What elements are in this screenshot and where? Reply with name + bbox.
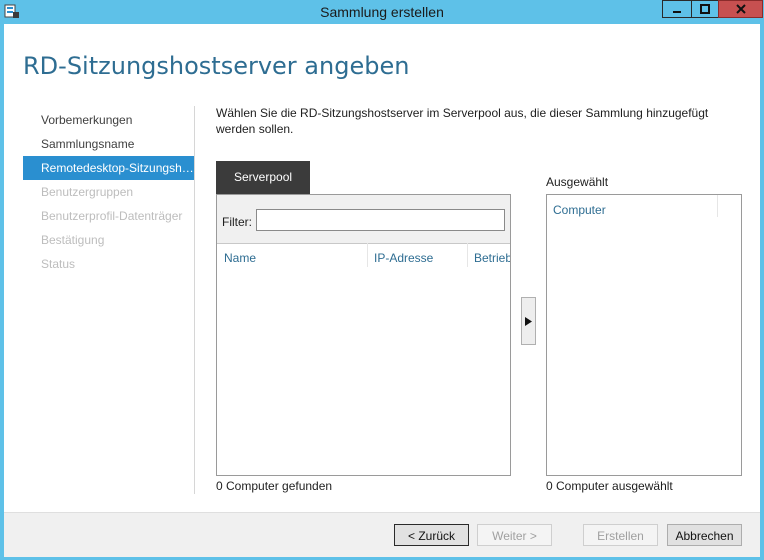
column-header-computer[interactable]: Computer <box>553 203 606 217</box>
cancel-button[interactable]: Abbrechen <box>667 524 742 546</box>
wizard-window: Sammlung erstellen RD-Sitzungshostserver… <box>0 0 764 560</box>
filter-label: Filter: <box>222 215 252 229</box>
column-header-ip-address[interactable]: IP-Adresse <box>374 251 433 265</box>
page-description: Wählen Sie die RD-Sitzungshostserver im … <box>216 106 709 136</box>
back-button[interactable]: < Zurück <box>394 524 469 546</box>
nav-item-benutzerprofil: Benutzerprofil-Datenträger <box>41 209 183 223</box>
column-separator <box>367 243 368 267</box>
window-title: Sammlung erstellen <box>320 4 444 20</box>
minimize-icon <box>673 11 681 13</box>
nav-item-sitzungshostserver[interactable]: Remotedesktop-Sitzungshostserver <box>23 156 194 180</box>
maximize-button[interactable] <box>691 0 719 18</box>
nav-item-status: Status <box>41 257 76 271</box>
nav-item-bestaetigung: Bestätigung <box>41 233 105 247</box>
add-to-selection-button[interactable] <box>521 297 536 345</box>
tab-serverpool[interactable]: Serverpool <box>216 161 310 194</box>
title-bar[interactable]: Sammlung erstellen <box>0 0 764 24</box>
column-separator <box>717 195 718 217</box>
column-header-betriebssystem[interactable]: Betrieb <box>474 251 510 265</box>
selected-count: 0 Computer ausgewählt <box>546 479 673 493</box>
close-icon <box>735 4 746 14</box>
column-header-name[interactable]: Name <box>224 251 256 265</box>
next-button[interactable]: Weiter > <box>477 524 552 546</box>
column-separator <box>467 243 468 267</box>
close-button[interactable] <box>718 0 763 18</box>
arrow-right-icon <box>525 316 532 326</box>
selected-list[interactable]: Computer <box>546 194 742 476</box>
selected-label: Ausgewählt <box>546 175 609 189</box>
create-button[interactable]: Erstellen <box>583 524 658 546</box>
filter-bar: Filter: <box>217 195 510 244</box>
nav-item-benutzergruppen: Benutzergruppen <box>41 185 134 199</box>
found-count: 0 Computer gefunden <box>216 479 333 493</box>
nav-item-vorbemerkungen[interactable]: Vorbemerkungen <box>23 108 194 132</box>
button-bar: < Zurück Weiter > Erstellen Abbrechen <box>4 512 760 557</box>
nav-item-sammlungsname[interactable]: Sammlungsname <box>23 132 194 156</box>
maximize-icon <box>700 4 710 14</box>
wizard-nav: Vorbemerkungen Sammlungsname Remotedeskt… <box>23 108 194 276</box>
serverpool-list[interactable]: Filter: Name IP-Adresse Betrieb <box>216 194 511 476</box>
page-title: RD-Sitzungshostserver angeben <box>23 52 410 80</box>
filter-input[interactable] <box>256 209 505 231</box>
nav-divider <box>194 106 195 494</box>
wizard-body: RD-Sitzungshostserver angeben Vorbemerku… <box>4 24 760 557</box>
minimize-button[interactable] <box>662 0 692 18</box>
